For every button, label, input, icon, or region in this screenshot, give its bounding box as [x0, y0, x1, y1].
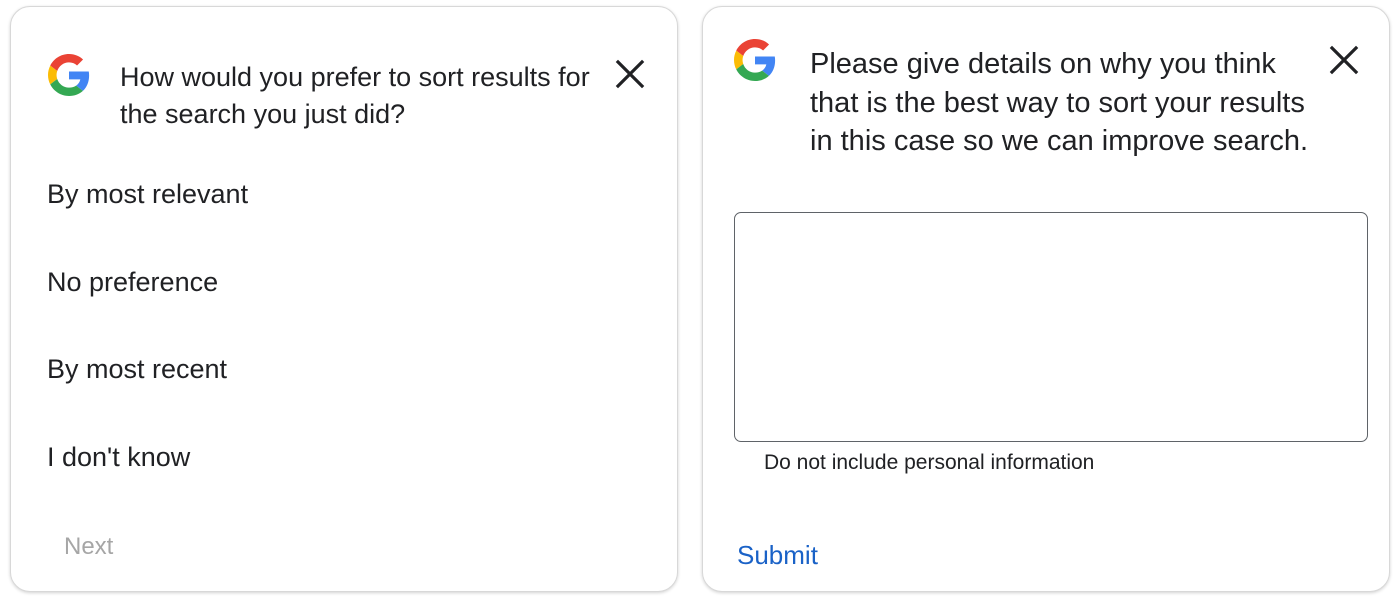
privacy-hint: Do not include personal information	[764, 451, 1095, 474]
next-button[interactable]: Next	[64, 533, 113, 561]
details-question: Please give details on why you think tha…	[810, 48, 1309, 157]
submit-button[interactable]: Submit	[737, 540, 818, 571]
option-no-preference[interactable]: No preference	[47, 257, 248, 345]
sort-survey-card: How would you prefer to sort results for…	[10, 6, 678, 592]
option-by-most-relevant[interactable]: By most relevant	[47, 169, 248, 257]
option-i-dont-know[interactable]: I don't know	[47, 432, 248, 520]
sort-options-list: By most relevant No preference By most r…	[47, 169, 248, 519]
close-icon	[1329, 45, 1359, 75]
close-button[interactable]	[1327, 43, 1361, 77]
close-button[interactable]	[613, 57, 647, 91]
survey-question: How would you prefer to sort results for…	[120, 62, 590, 129]
feedback-textarea[interactable]	[734, 212, 1368, 442]
option-by-most-recent[interactable]: By most recent	[47, 344, 248, 432]
close-icon	[615, 59, 645, 89]
google-logo-icon	[734, 39, 776, 81]
google-logo-icon	[48, 54, 90, 96]
details-survey-card: Please give details on why you think tha…	[702, 6, 1390, 592]
